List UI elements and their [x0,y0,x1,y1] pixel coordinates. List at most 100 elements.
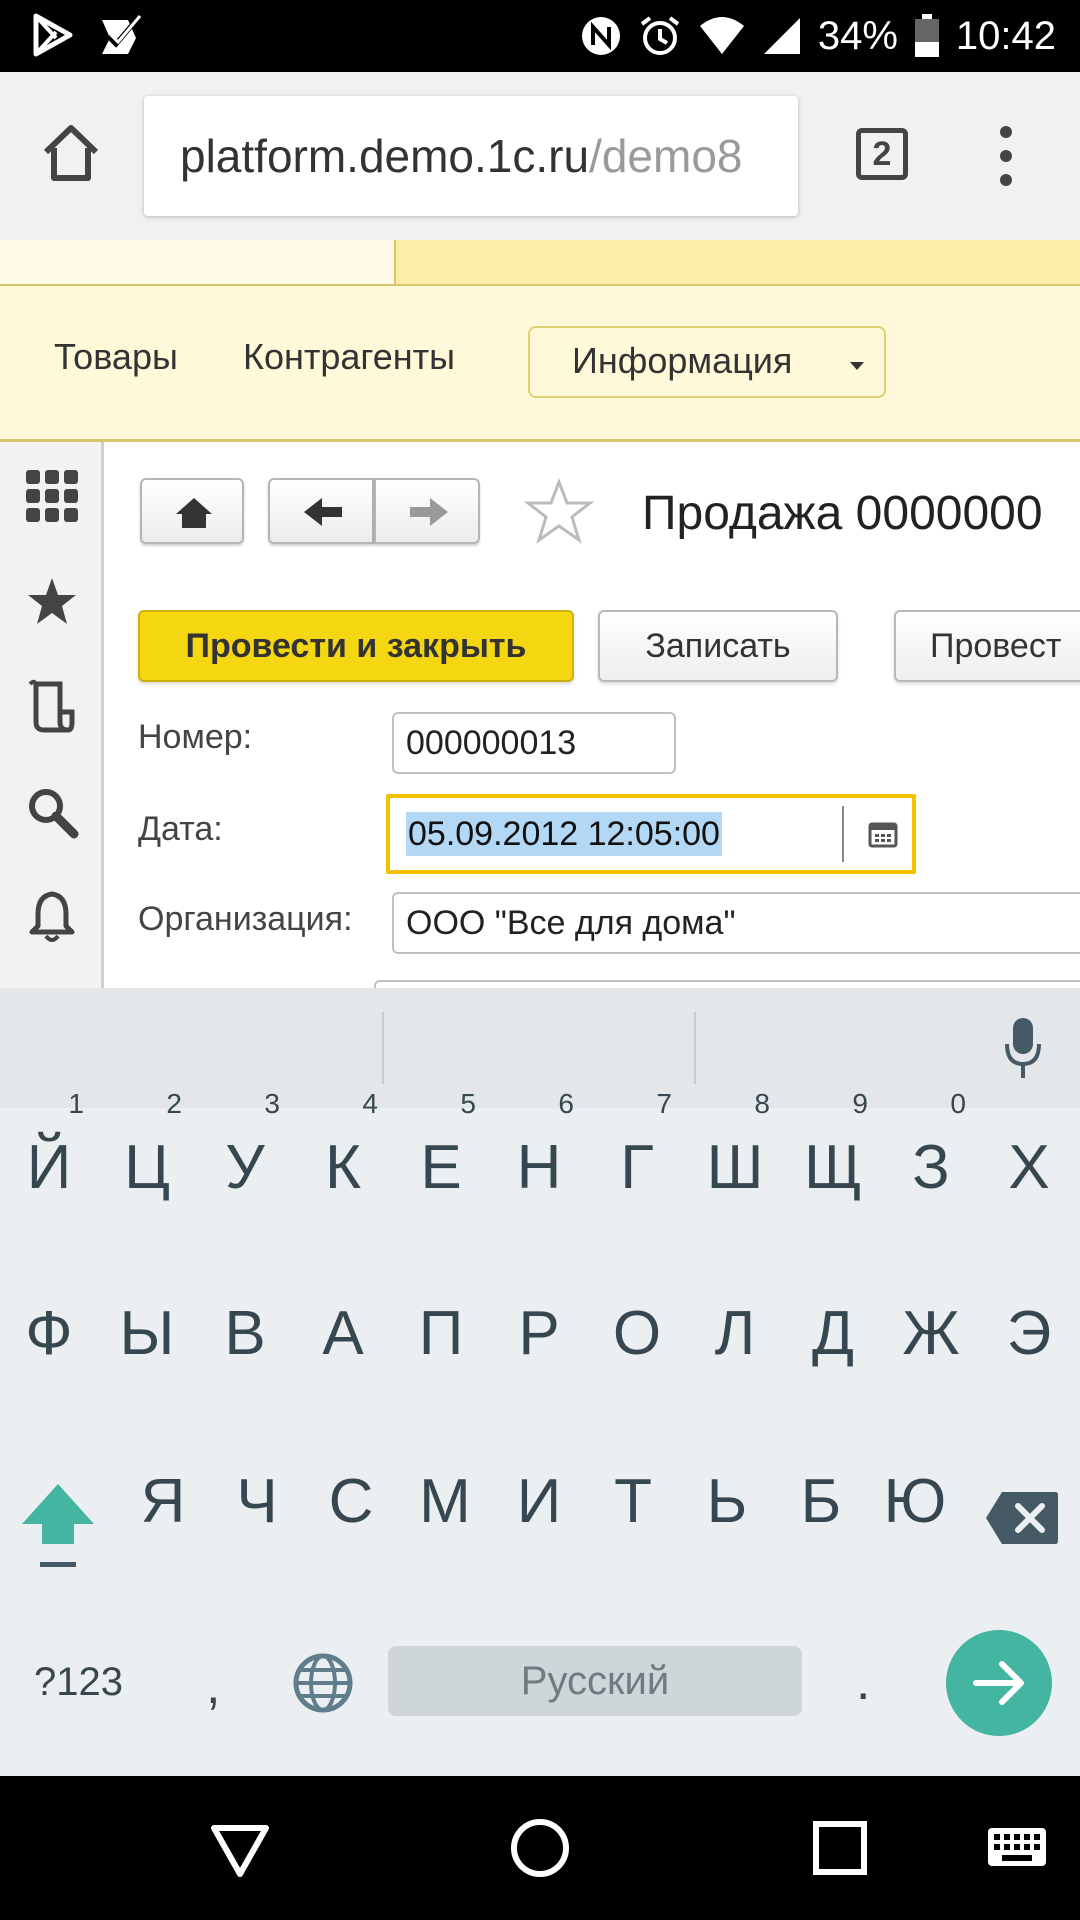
globe-icon[interactable] [292,1652,354,1714]
key-row3-8[interactable]: Б [772,1442,870,1562]
battery-icon [914,14,939,57]
info-dropdown[interactable]: Информация [528,326,886,398]
arrow-right-icon [973,1661,1024,1705]
key-row2-3[interactable]: В [196,1274,294,1394]
key-row3-4[interactable]: М [396,1442,494,1562]
key-row1-10[interactable]: З0 [882,1090,980,1228]
space-key[interactable]: Русский [388,1646,802,1716]
section-panel: Товары Контрагенты Информация [0,286,1080,442]
period-key[interactable]: . [856,1652,870,1712]
arrow-right-icon [410,498,448,526]
on-screen-keyboard: Й1 Ц2 У3 К4 Е5 Н6 Г7 Ш8 Щ9 З0 Х Ф Ы В А … [0,988,1080,1776]
key-row2-2[interactable]: Ы [98,1274,196,1394]
key-row2-10[interactable]: Ж [882,1274,980,1394]
signal-icon [763,18,800,54]
microphone-icon[interactable] [1004,1016,1042,1080]
symbols-key[interactable]: ?123 [34,1660,123,1705]
keyboard-switch-icon[interactable] [984,1812,1050,1884]
date-field-value: 05.09.2012 12:05:00 [406,812,722,856]
recents-square-icon[interactable] [804,1812,876,1884]
key-row1-4[interactable]: К4 [294,1090,392,1228]
nav-item-goods[interactable]: Товары [54,336,178,378]
status-bar: 34% 10:42 [0,0,1080,72]
key-row3-1[interactable]: Я [114,1442,212,1562]
key-row3-6[interactable]: Т [584,1442,682,1562]
url-host: platform.demo.1c.ru [180,130,590,182]
suggestion-strip [0,988,1080,1108]
search-icon[interactable] [24,784,80,840]
back-triangle-icon[interactable] [204,1812,276,1884]
banner-left-panel [0,240,396,284]
key-row1-7[interactable]: Г7 [588,1090,686,1228]
side-panel [0,442,104,988]
key-row3-7[interactable]: Ь [678,1442,776,1562]
calendar-icon[interactable] [868,820,898,848]
key-row2-4[interactable]: А [294,1274,392,1394]
battery-percent: 34% [817,13,898,58]
key-row2-9[interactable]: Д [784,1274,882,1394]
organization-label: Организация: [138,900,353,938]
number-field[interactable]: 000000013 [392,712,676,774]
arrow-left-icon [304,498,342,526]
save-button[interactable]: Записать [598,610,838,682]
app-banner [0,240,1080,286]
number-label: Номер: [138,718,253,756]
key-row2-8[interactable]: Л [686,1274,784,1394]
bell-icon[interactable] [24,888,80,944]
house-icon [176,498,212,528]
date-label: Дата: [138,810,223,848]
back-button[interactable] [268,478,374,544]
key-row1-8[interactable]: Ш8 [686,1090,784,1228]
document-form: Продажа 0000000 Провести и закрыть Запис… [104,442,1080,988]
forward-button[interactable] [374,478,480,544]
key-row1-3[interactable]: У3 [196,1090,294,1228]
key-row1-5[interactable]: Е5 [392,1090,490,1228]
post-and-close-button[interactable]: Провести и закрыть [138,610,574,682]
star-favorites-icon[interactable] [24,574,80,630]
key-row1-2[interactable]: Ц2 [98,1090,196,1228]
home-page-button[interactable] [140,478,244,544]
url-path: /demo8 [589,130,743,182]
key-row2-5[interactable]: П [392,1274,490,1394]
key-row1-11[interactable]: Х [980,1108,1078,1228]
tab-switcher-button[interactable]: 2 [856,128,908,180]
info-dropdown-label: Информация [572,340,793,381]
clock: 10:42 [955,13,1056,58]
key-row2-1[interactable]: Ф [0,1274,98,1394]
enter-key[interactable] [946,1630,1052,1736]
backspace-icon[interactable] [984,1490,1060,1546]
key-row2-7[interactable]: О [588,1274,686,1394]
star-outline-icon[interactable] [524,478,594,544]
url-text: platform.demo.1c.ru/demo8 [180,96,743,216]
history-scroll-icon[interactable] [24,678,80,734]
document-title: Продажа 0000000 [642,487,1043,540]
key-row2-11[interactable]: Э [980,1274,1078,1394]
home-icon[interactable] [40,122,102,184]
browser-toolbar: platform.demo.1c.ru/demo8 2 [0,72,1080,240]
next-field-partial [374,980,1080,988]
shift-icon[interactable] [18,1480,98,1572]
play-store-icon [33,13,73,57]
date-field-divider [842,806,844,862]
system-navigation-bar [0,1776,1080,1920]
post-button[interactable]: Провест [894,610,1080,682]
chevron-down-icon [850,362,864,370]
key-row1-6[interactable]: Н6 [490,1090,588,1228]
key-row3-9[interactable]: Ю [866,1442,964,1562]
grid-menu-icon[interactable] [24,468,80,524]
key-row3-3[interactable]: С [302,1442,400,1562]
url-fade [738,96,798,216]
comma-key[interactable]: , [206,1656,220,1716]
nav-item-counterparties[interactable]: Контрагенты [243,336,455,378]
task-check-icon [102,15,142,54]
organization-field[interactable]: ООО "Все для дома" [392,892,1080,954]
date-field[interactable]: 05.09.2012 12:05:00 [386,794,916,874]
key-row2-6[interactable]: Р [490,1274,588,1394]
key-row3-2[interactable]: Ч [208,1442,306,1562]
key-row3-5[interactable]: И [490,1442,588,1562]
key-row1-1[interactable]: Й1 [0,1090,98,1228]
overflow-menu-icon[interactable] [996,126,1016,186]
address-bar[interactable]: platform.demo.1c.ru/demo8 [144,96,798,216]
key-row1-9[interactable]: Щ9 [784,1090,882,1228]
home-circle-icon[interactable] [504,1812,576,1884]
